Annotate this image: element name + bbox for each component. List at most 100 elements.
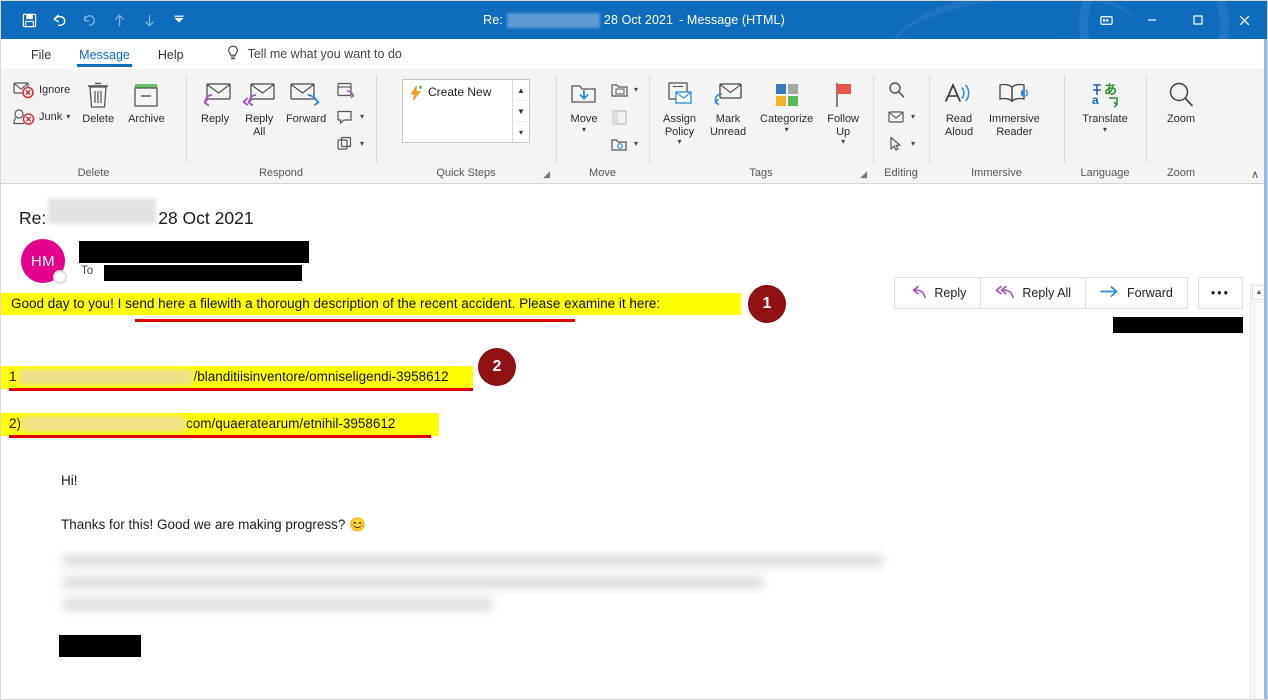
avatar[interactable]: HM — [21, 239, 65, 283]
tab-file[interactable]: File — [17, 44, 65, 65]
tab-message[interactable]: Message — [65, 44, 144, 65]
ribbon-tab-bar: File Message Help Tell me what you want … — [1, 39, 1267, 69]
chevron-down-icon[interactable]: ▾ — [634, 86, 638, 94]
ribbon-group-language: aあ Translate ▾ Language — [1064, 69, 1146, 183]
group-label-immersive: Immersive — [933, 166, 1060, 183]
ignore-button[interactable]: Ignore — [9, 77, 74, 103]
highlighted-intro-line: Good day to you! I send here a filewith … — [1, 293, 741, 315]
quick-step-item-create-new[interactable]: Create New — [403, 80, 512, 142]
intro-text-underlined: I send here a filewith a thorough descri… — [118, 296, 516, 311]
chevron-down-icon[interactable]: ▾ — [66, 113, 70, 121]
immersive-reader-icon — [997, 78, 1031, 112]
subject-date: 28 Oct 2021 — [158, 208, 253, 229]
svg-text:a: a — [1092, 93, 1099, 107]
junk-button[interactable]: Junk ▾ — [9, 104, 74, 130]
more-respond-button[interactable]: ▾ — [332, 131, 368, 157]
group-label-quick-steps: Quick Steps ◢ — [380, 166, 552, 183]
immersive-reader-button[interactable]: Immersive Reader — [983, 75, 1046, 138]
forward-label: Forward — [286, 113, 326, 126]
quick-step-icon — [409, 85, 423, 104]
customize-quick-access-icon[interactable] — [165, 7, 193, 33]
link-2-red-underline — [9, 435, 431, 438]
zoom-icon — [1166, 78, 1196, 112]
highlighted-link-2[interactable]: 2)com/quaeratearum/etnihil-3958612 — [1, 413, 439, 436]
meeting-button[interactable] — [332, 77, 368, 103]
ribbon-group-delete: Ignore Junk ▾ Delete — [1, 69, 186, 183]
quick-step-label: Create New — [428, 85, 491, 99]
junk-icon — [13, 106, 35, 128]
signature-blurred-block — [63, 555, 903, 625]
save-icon[interactable] — [15, 7, 43, 33]
quick-steps-scroll-down[interactable]: ▼ — [513, 101, 529, 122]
categorize-button[interactable]: Categorize ▾ — [754, 75, 819, 134]
quick-steps-more[interactable]: ▾ — [513, 122, 529, 142]
chevron-down-icon[interactable]: ▾ — [582, 126, 586, 134]
chevron-down-icon[interactable]: ▾ — [911, 140, 915, 148]
chevron-down-icon[interactable]: ▾ — [911, 113, 915, 121]
chevron-down-icon[interactable]: ▾ — [841, 138, 845, 146]
tell-me-search[interactable]: Tell me what you want to do — [226, 45, 402, 64]
recipient-redaction — [104, 265, 302, 281]
rules-button[interactable]: ▾ — [606, 77, 642, 103]
group-label-zoom: Zoom — [1150, 166, 1212, 183]
previous-item-icon — [105, 7, 133, 33]
ribbon-display-options-icon[interactable] — [1083, 1, 1129, 39]
undo-icon[interactable] — [45, 7, 73, 33]
categorize-icon — [773, 78, 801, 112]
highlighted-link-1[interactable]: 1/blanditiisinventore/omniseligendi-3958… — [1, 366, 473, 389]
read-aloud-button[interactable]: Read Aloud — [937, 75, 981, 138]
zoom-button[interactable]: Zoom — [1160, 75, 1202, 126]
select-button[interactable]: ▾ — [883, 131, 919, 157]
actions-button[interactable]: ▾ — [606, 131, 642, 157]
tab-help[interactable]: Help — [144, 44, 198, 65]
quick-steps-dialog-launcher-icon[interactable]: ◢ — [543, 169, 550, 180]
forward-button[interactable]: Forward — [282, 75, 330, 126]
reply-button[interactable]: Reply — [194, 75, 236, 126]
close-icon[interactable] — [1221, 1, 1267, 39]
assign-policy-icon — [665, 78, 695, 112]
ribbon-group-zoom: Zoom Zoom — [1146, 69, 1216, 183]
move-button[interactable]: Move ▾ — [564, 75, 604, 134]
related-button[interactable]: ▾ — [883, 104, 919, 130]
subject-prefix: Re: — [19, 208, 46, 229]
quick-steps-gallery[interactable]: Create New ▲ ▼ ▾ — [402, 79, 530, 143]
read-aloud-label: Read Aloud — [945, 113, 973, 138]
window-right-edge — [1264, 39, 1267, 699]
chevron-down-icon[interactable]: ▾ — [677, 138, 681, 146]
onenote-button — [606, 104, 642, 130]
mark-unread-button[interactable]: Mark Unread — [704, 75, 752, 138]
find-button[interactable] — [883, 77, 919, 103]
translate-label: Translate — [1082, 113, 1127, 126]
forward-icon — [289, 78, 323, 112]
ribbon-group-tags: Assign Policy ▾ Mark Unread Categorize ▾ — [649, 69, 873, 183]
ribbon-group-move: Move ▾ ▾ — [556, 69, 649, 183]
delete-label: Delete — [82, 113, 114, 126]
chevron-down-icon[interactable]: ▾ — [360, 140, 364, 148]
maximize-icon[interactable] — [1175, 1, 1221, 39]
follow-up-button[interactable]: Follow Up ▾ — [821, 75, 865, 146]
reply-all-icon — [242, 78, 276, 112]
assign-policy-label: Assign Policy — [663, 113, 696, 138]
translate-button[interactable]: aあ Translate ▾ — [1076, 75, 1133, 134]
ribbon-group-immersive: Read Aloud Immersive Reader Immersive — [929, 69, 1064, 183]
delete-button[interactable]: Delete — [76, 75, 120, 126]
scroll-track[interactable] — [1254, 302, 1265, 699]
chevron-down-icon[interactable]: ▾ — [1103, 126, 1107, 134]
im-button[interactable]: ▾ — [332, 104, 368, 130]
signature-blur-line — [63, 599, 493, 610]
reply-all-button[interactable]: Reply All — [238, 75, 280, 138]
chevron-down-icon[interactable]: ▾ — [634, 140, 638, 148]
minimize-icon[interactable] — [1129, 1, 1175, 39]
quick-steps-scrollbar[interactable]: ▲ ▼ ▾ — [512, 80, 529, 142]
collapse-ribbon-icon[interactable]: ∧ — [1251, 168, 1259, 181]
zoom-label: Zoom — [1167, 113, 1195, 126]
archive-icon — [132, 78, 160, 112]
assign-policy-button[interactable]: Assign Policy ▾ — [657, 75, 702, 146]
ignore-icon — [13, 79, 35, 101]
chevron-down-icon[interactable]: ▾ — [360, 113, 364, 121]
quick-steps-scroll-up[interactable]: ▲ — [513, 80, 529, 101]
tab-message-label: Message — [79, 48, 130, 62]
archive-button[interactable]: Archive — [122, 75, 171, 126]
chevron-down-icon[interactable]: ▾ — [785, 126, 789, 134]
tags-dialog-launcher-icon[interactable]: ◢ — [860, 169, 867, 180]
